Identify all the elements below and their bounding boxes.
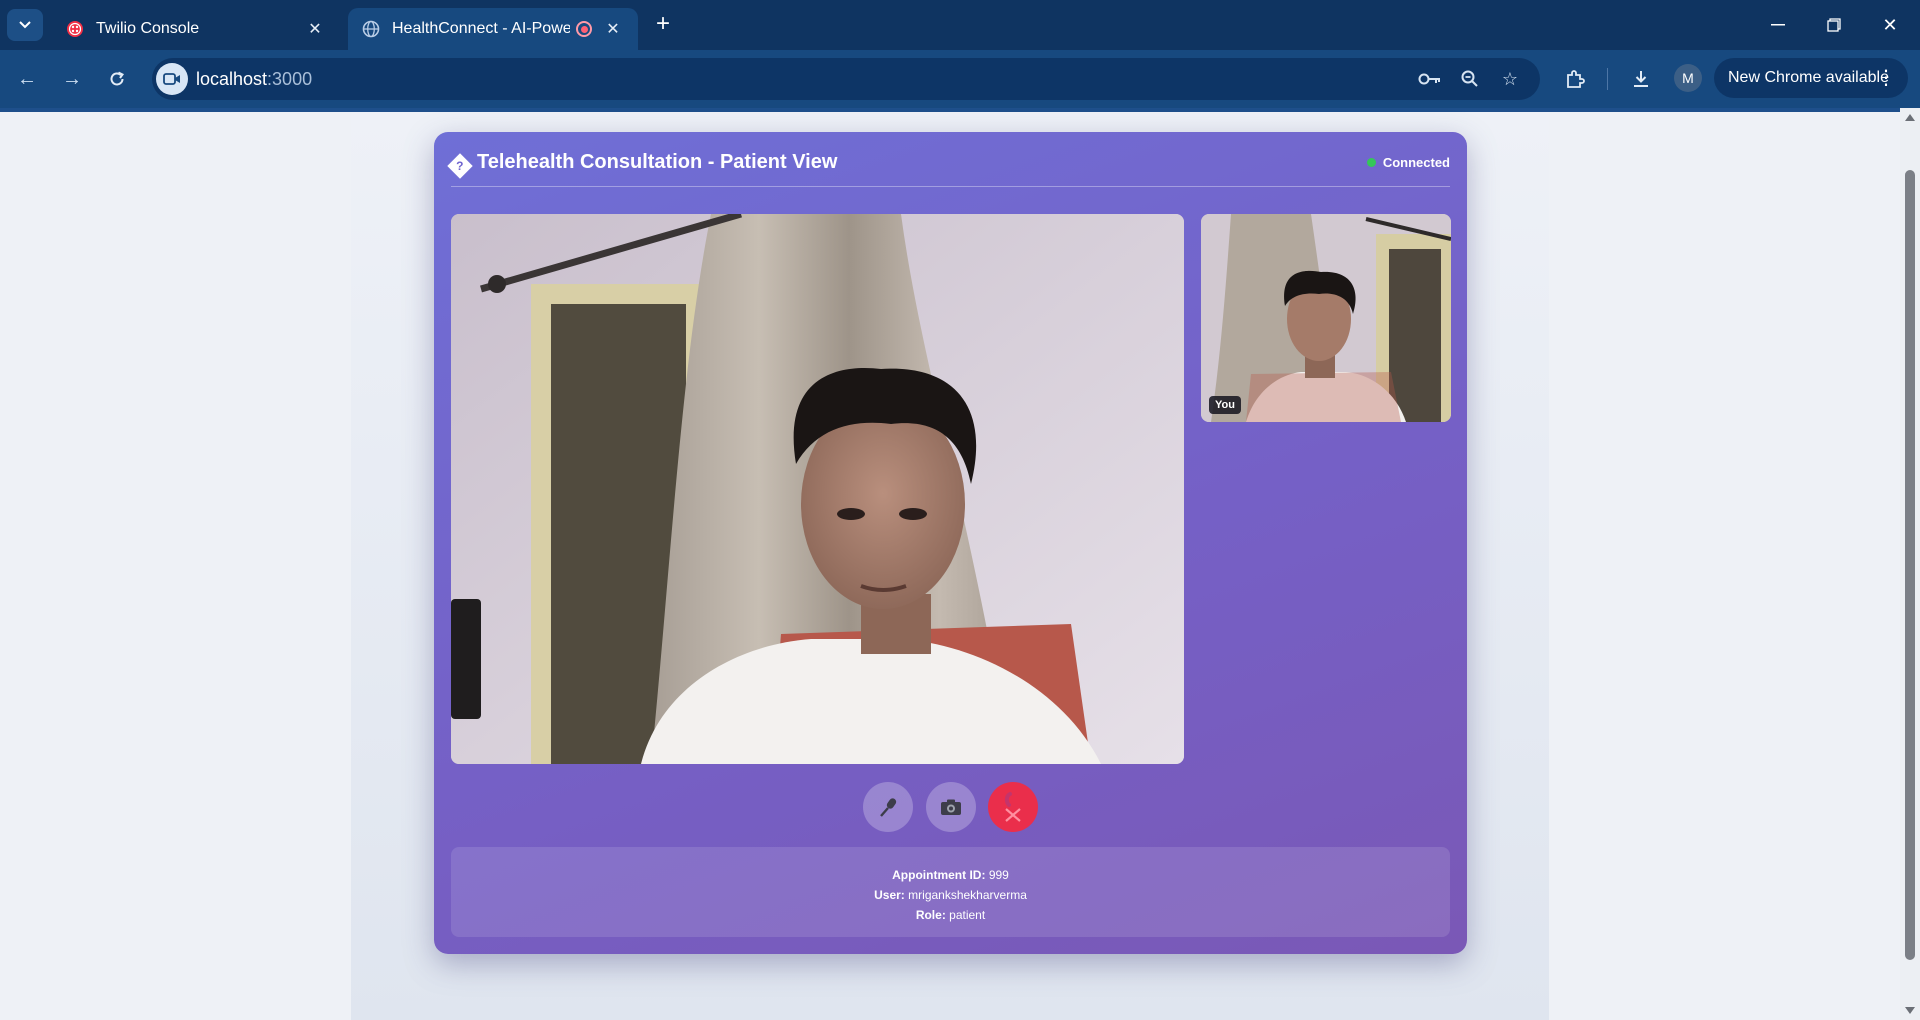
- url-host: localhost: [196, 69, 268, 89]
- page-viewport: ? Telehealth Consultation - Patient View …: [0, 108, 1900, 1020]
- key-icon[interactable]: [1418, 68, 1442, 90]
- replacement-glyph-icon: ?: [447, 153, 473, 179]
- close-tab-icon[interactable]: ✕: [602, 18, 624, 40]
- user-value: mrigankshekharverma: [908, 888, 1027, 902]
- card-header: ? Telehealth Consultation - Patient View …: [447, 132, 1450, 187]
- browser-toolbar: ← → localhost:3000 ☆: [0, 50, 1920, 108]
- close-window-icon[interactable]: ✕: [1870, 10, 1910, 40]
- user-row: User: mrigankshekharverma: [874, 888, 1027, 902]
- chrome-update-button[interactable]: New Chrome available ⋮: [1714, 58, 1908, 98]
- scroll-down-icon[interactable]: [1905, 1007, 1915, 1014]
- local-video-feed: [1201, 214, 1451, 422]
- url-port: :3000: [267, 69, 313, 89]
- zoom-out-icon[interactable]: [1458, 68, 1482, 90]
- consultation-card: ? Telehealth Consultation - Patient View …: [434, 132, 1467, 954]
- page-scrollbar[interactable]: [1900, 108, 1920, 1020]
- role-value: patient: [949, 908, 986, 922]
- camera-permission-icon[interactable]: [156, 63, 188, 95]
- more-menu-icon[interactable]: ⋮: [1876, 65, 1896, 90]
- role-row: Role: patient: [915, 908, 986, 922]
- minimize-icon[interactable]: [1758, 10, 1798, 40]
- tab-twilio-console[interactable]: Twilio Console ✕: [52, 8, 340, 50]
- page-title: ? Telehealth Consultation - Patient View: [447, 151, 838, 179]
- end-call-button[interactable]: [988, 782, 1038, 832]
- new-tab-button[interactable]: +: [650, 12, 676, 38]
- status-dot-icon: [1366, 158, 1376, 167]
- appointment-id-row: Appointment ID: 999: [892, 868, 1009, 882]
- local-video: You: [1201, 214, 1451, 422]
- chevron-down-icon: [19, 21, 31, 29]
- camera-icon: [941, 799, 961, 815]
- toolbar-divider: [1607, 68, 1608, 90]
- recording-indicator-icon: [576, 21, 592, 37]
- reload-icon[interactable]: [102, 64, 132, 94]
- remote-video-feed: [451, 214, 1184, 764]
- forward-arrow-icon[interactable]: →: [57, 64, 87, 94]
- tab-healthconnect[interactable]: HealthConnect - AI-Powered ✕: [348, 8, 638, 50]
- browser-tab-strip: Twilio Console ✕ HealthConnect - AI-Powe…: [0, 0, 1920, 50]
- local-video-label: You: [1209, 396, 1241, 414]
- connection-status: Connected: [1366, 155, 1450, 170]
- scrollbar-thumb[interactable]: [1905, 170, 1915, 960]
- appointment-info-panel: Appointment ID: 999 User: mrigankshekhar…: [451, 847, 1450, 937]
- scroll-up-icon[interactable]: [1905, 114, 1915, 121]
- remote-video: [451, 214, 1184, 764]
- twilio-icon: [66, 20, 84, 38]
- back-arrow-icon[interactable]: ←: [12, 64, 42, 94]
- microphone-icon: [880, 798, 897, 817]
- status-text: Connected: [1382, 155, 1450, 170]
- tab-title: Twilio Console: [96, 20, 200, 37]
- restore-icon[interactable]: [1814, 10, 1854, 40]
- appointment-id-value: 999: [988, 868, 1009, 882]
- camera-toggle-button[interactable]: [926, 782, 976, 832]
- extensions-icon[interactable]: [1560, 64, 1590, 94]
- tab-title: HealthConnect - AI-Powered: [392, 20, 570, 37]
- title-text: Telehealth Consultation - Patient View: [477, 151, 838, 173]
- bookmark-star-icon[interactable]: ☆: [1498, 68, 1522, 90]
- close-tab-icon[interactable]: ✕: [304, 18, 326, 40]
- update-label: New Chrome available: [1728, 69, 1889, 86]
- url-text[interactable]: localhost:3000: [196, 69, 312, 90]
- address-bar[interactable]: localhost:3000 ☆: [152, 58, 1540, 100]
- tab-search-button[interactable]: [7, 9, 43, 41]
- phone-hangup-icon: [1004, 792, 1021, 822]
- microphone-toggle-button[interactable]: [863, 782, 913, 832]
- download-icon[interactable]: [1626, 64, 1656, 94]
- globe-icon: [362, 20, 380, 38]
- profile-avatar[interactable]: M: [1674, 64, 1702, 92]
